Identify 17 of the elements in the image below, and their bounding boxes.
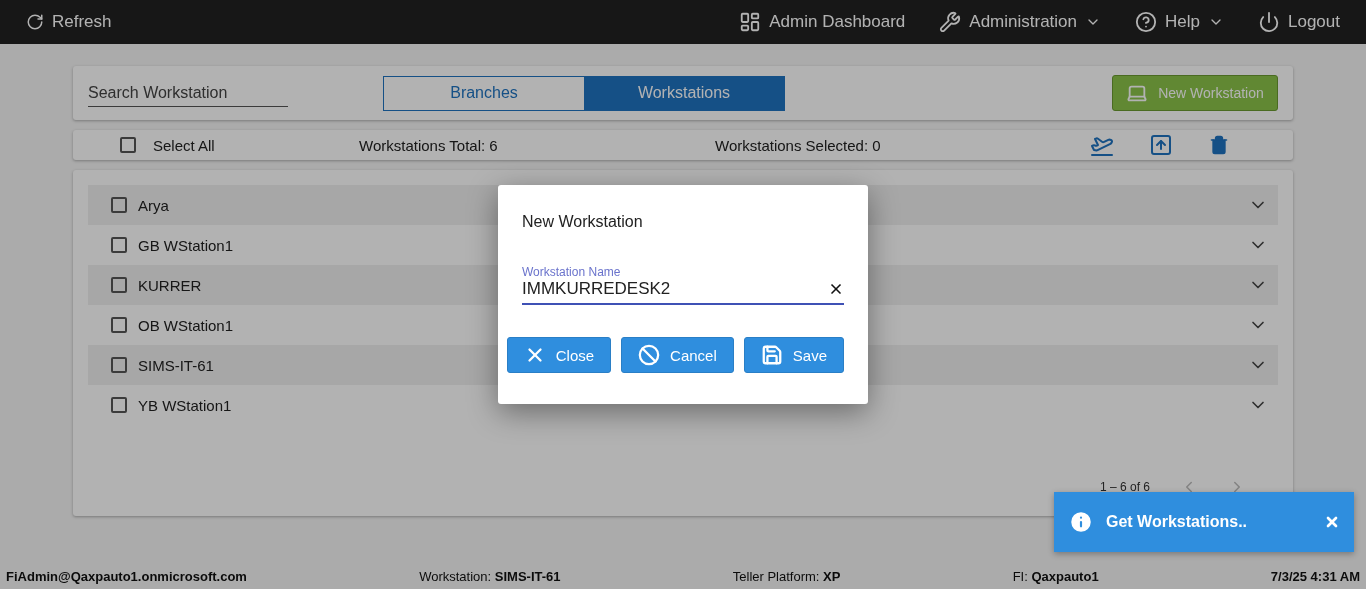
- status-item: FI: Qaxpauto1: [1012, 568, 1099, 584]
- status-item: 7/3/25 4:31 AM: [1270, 568, 1360, 584]
- workstation-name: YB WStation1: [138, 396, 233, 414]
- status-item: Workstation: SIMS-IT-61: [419, 568, 561, 584]
- total-count: Workstations Total: 6: [359, 136, 499, 154]
- field-label: Workstation Name: [522, 265, 622, 279]
- status-item: FiAdmin@Qaxpauto1.onmicrosoft.com: [6, 568, 247, 584]
- status-item: Teller Platform: XP: [732, 568, 841, 584]
- pager-range: 1 – 6 of 6: [1099, 480, 1150, 494]
- workstation-name: Arya: [138, 196, 170, 214]
- toast-message: Get Workstations..: [1106, 513, 1248, 531]
- workstation-name: GB WStation1: [138, 236, 235, 254]
- workstation-name: SIMS-IT-61: [138, 356, 215, 374]
- selected-count: Workstations Selected: 0: [715, 136, 882, 154]
- dialog-title: New Workstation: [522, 213, 644, 231]
- select-all-label: Select All: [153, 136, 216, 154]
- workstation-name: OB WStation1: [138, 316, 235, 334]
